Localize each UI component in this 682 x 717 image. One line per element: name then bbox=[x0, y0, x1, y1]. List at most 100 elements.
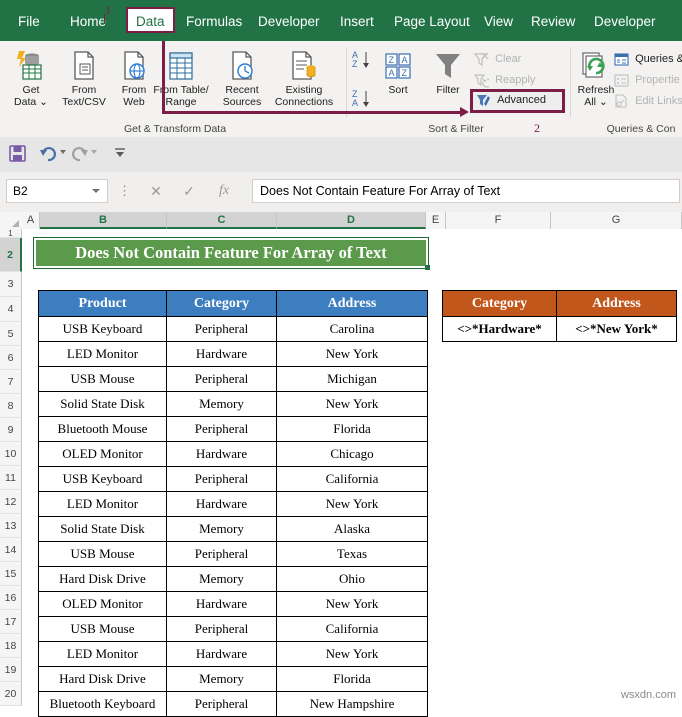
cell[interactable]: New York bbox=[276, 341, 428, 367]
cell[interactable]: USB Keyboard bbox=[38, 316, 167, 342]
row-header-9[interactable]: 9 bbox=[0, 418, 22, 442]
confirm-entry-button[interactable]: ✓ bbox=[175, 179, 203, 203]
cell[interactable]: Hardware bbox=[166, 491, 277, 517]
cell[interactable]: OLED Monitor bbox=[38, 591, 167, 617]
cell[interactable]: Texas bbox=[276, 541, 428, 567]
row-header-3[interactable]: 3 bbox=[0, 272, 22, 297]
cell[interactable]: Memory bbox=[166, 666, 277, 692]
row-header-18[interactable]: 18 bbox=[0, 634, 22, 658]
table-row[interactable]: OLED Monitor Hardware Chicago bbox=[38, 441, 428, 467]
cell[interactable]: Ohio bbox=[276, 566, 428, 592]
refresh-all-button[interactable]: Refresh All ⌄ bbox=[574, 49, 618, 108]
row-header-8[interactable]: 8 bbox=[0, 394, 22, 418]
cell[interactable]: New York bbox=[276, 491, 428, 517]
cell[interactable]: Hard Disk Drive bbox=[38, 666, 167, 692]
row-header-7[interactable]: 7 bbox=[0, 370, 22, 394]
column-header-b[interactable]: B bbox=[40, 212, 167, 229]
from-table-range-button[interactable]: From Table/ Range bbox=[150, 49, 212, 108]
table-row[interactable]: LED Monitor Hardware New York bbox=[38, 341, 428, 367]
customize-qat-button[interactable] bbox=[113, 146, 127, 165]
cell[interactable]: Hardware bbox=[166, 591, 277, 617]
row-header-19[interactable]: 19 bbox=[0, 658, 22, 682]
cell[interactable]: Peripheral bbox=[166, 541, 277, 567]
existing-connections-button[interactable]: Existing Connections bbox=[268, 49, 340, 108]
table-row[interactable]: OLED Monitor Hardware New York bbox=[38, 591, 428, 617]
cell[interactable]: Peripheral bbox=[166, 416, 277, 442]
column-header-d[interactable]: D bbox=[277, 212, 426, 229]
table-row[interactable]: LED Monitor Hardware New York bbox=[38, 491, 428, 517]
row-header-16[interactable]: 16 bbox=[0, 586, 22, 610]
column-header-e[interactable]: E bbox=[426, 212, 446, 229]
tab-formulas[interactable]: Formulas bbox=[186, 11, 242, 33]
row-header-11[interactable]: 11 bbox=[0, 466, 22, 490]
from-text-csv-button[interactable]: From Text/CSV bbox=[58, 49, 110, 108]
title-cell[interactable]: Does Not Contain Feature For Array of Te… bbox=[33, 237, 429, 269]
table-row[interactable]: LED Monitor Hardware New York bbox=[38, 641, 428, 667]
cell[interactable]: Peripheral bbox=[166, 316, 277, 342]
get-data-button[interactable]: Get Data ⌄ bbox=[6, 49, 56, 108]
tab-review[interactable]: Review bbox=[531, 11, 575, 33]
table-row[interactable]: USB Mouse Peripheral Texas bbox=[38, 541, 428, 567]
table-row[interactable]: USB Keyboard Peripheral Carolina bbox=[38, 316, 428, 342]
table-row[interactable]: USB Keyboard Peripheral California bbox=[38, 466, 428, 492]
cell[interactable]: OLED Monitor bbox=[38, 441, 167, 467]
row-header-2[interactable]: 2 bbox=[0, 238, 22, 272]
cell[interactable]: Hardware bbox=[166, 641, 277, 667]
cell[interactable]: Chicago bbox=[276, 441, 428, 467]
cell[interactable]: Solid State Disk bbox=[38, 391, 167, 417]
cell[interactable]: Peripheral bbox=[166, 366, 277, 392]
advanced-filter-button[interactable]: Advanced bbox=[476, 92, 546, 109]
table-row[interactable]: Bluetooth Keyboard Peripheral New Hampshir… bbox=[38, 691, 428, 717]
row-header-4[interactable]: 4 bbox=[0, 297, 22, 322]
save-button[interactable] bbox=[8, 144, 27, 168]
select-all-corner[interactable] bbox=[0, 212, 23, 229]
cell[interactable]: USB Mouse bbox=[38, 541, 167, 567]
cell[interactable]: Peripheral bbox=[166, 466, 277, 492]
cell[interactable]: Hardware bbox=[166, 341, 277, 367]
undo-button[interactable] bbox=[39, 144, 58, 168]
row-header-13[interactable]: 13 bbox=[0, 514, 22, 538]
row-header-17[interactable]: 17 bbox=[0, 610, 22, 634]
cancel-entry-button[interactable]: ✕ bbox=[142, 179, 170, 203]
cell[interactable]: Hardware bbox=[166, 441, 277, 467]
cell[interactable]: Bluetooth Keyboard bbox=[38, 691, 167, 717]
cell[interactable]: New York bbox=[276, 591, 428, 617]
recent-sources-button[interactable]: Recent Sources bbox=[212, 49, 272, 108]
cell[interactable]: Memory bbox=[166, 391, 277, 417]
formula-input[interactable]: Does Not Contain Feature For Array of Te… bbox=[252, 179, 680, 203]
cell[interactable]: California bbox=[276, 616, 428, 642]
tab-data[interactable]: Data bbox=[126, 7, 175, 33]
column-header-g[interactable]: G bbox=[551, 212, 682, 229]
tab-view[interactable]: View bbox=[484, 11, 513, 33]
table-row[interactable]: USB Mouse Peripheral California bbox=[38, 616, 428, 642]
cell[interactable]: Memory bbox=[166, 516, 277, 542]
redo-button[interactable] bbox=[70, 144, 89, 168]
criteria-row[interactable]: <>*Hardware* <>*New York* bbox=[442, 316, 677, 342]
table-row[interactable]: Hard Disk Drive Memory Ohio bbox=[38, 566, 428, 592]
cell[interactable]: Carolina bbox=[276, 316, 428, 342]
cell[interactable]: USB Mouse bbox=[38, 616, 167, 642]
edit-links-button[interactable]: Edit Links bbox=[614, 93, 682, 110]
clear-filter-button[interactable]: Clear bbox=[473, 51, 521, 68]
redo-dropdown-caret[interactable] bbox=[91, 150, 97, 154]
cell[interactable]: LED Monitor bbox=[38, 491, 167, 517]
cell[interactable]: Peripheral bbox=[166, 616, 277, 642]
selection-fill-handle[interactable] bbox=[425, 265, 430, 270]
tab-developer[interactable]: Developer bbox=[258, 11, 320, 33]
name-box-caret-icon[interactable] bbox=[92, 189, 100, 193]
row-header-6[interactable]: 6 bbox=[0, 346, 22, 370]
tab-home[interactable]: Home bbox=[70, 11, 106, 33]
undo-dropdown-caret[interactable] bbox=[60, 150, 66, 154]
column-header-f[interactable]: F bbox=[446, 212, 551, 229]
cell[interactable]: <>*New York* bbox=[556, 316, 677, 342]
tab-developer-2[interactable]: Developer bbox=[594, 11, 656, 33]
cell[interactable]: <>*Hardware* bbox=[442, 316, 557, 342]
table-row[interactable]: Solid State Disk Memory New York bbox=[38, 391, 428, 417]
row-header-10[interactable]: 10 bbox=[0, 442, 22, 466]
row-header-12[interactable]: 12 bbox=[0, 490, 22, 514]
row-header-1[interactable]: 1 bbox=[0, 229, 22, 238]
cell[interactable]: LED Monitor bbox=[38, 341, 167, 367]
cell[interactable]: Florida bbox=[276, 416, 428, 442]
cell[interactable]: Memory bbox=[166, 566, 277, 592]
row-header-5[interactable]: 5 bbox=[0, 322, 22, 346]
